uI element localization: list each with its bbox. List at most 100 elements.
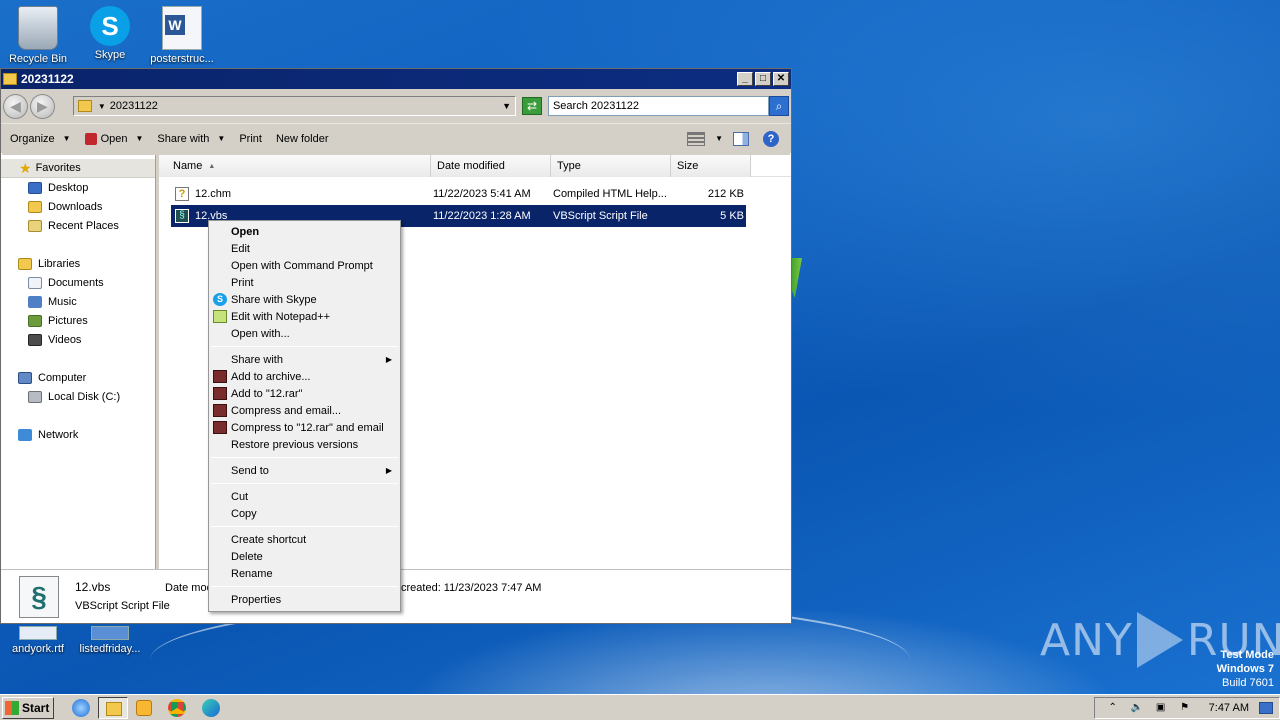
menu-item-copy[interactable]: Copy xyxy=(209,505,400,522)
start-label: Start xyxy=(22,700,50,715)
search-icon[interactable]: ⌕ xyxy=(769,96,789,116)
menu-item-open[interactable]: Open xyxy=(209,223,400,240)
desktop-icon-listedfriday[interactable]: listedfriday... xyxy=(72,626,148,655)
nav-computer[interactable]: Computer xyxy=(1,368,155,387)
menu-label: Add to "12.rar" xyxy=(231,387,303,400)
desktop-icon-recycle-bin[interactable]: Recycle Bin xyxy=(0,0,76,65)
show-desktop-icon[interactable] xyxy=(1259,701,1273,714)
menu-item-send-to[interactable]: Send to ▶ xyxy=(209,462,400,479)
share-with-button[interactable]: Share with ▼ xyxy=(150,128,232,150)
print-button[interactable]: Print xyxy=(232,128,269,150)
network-status-icon[interactable]: ▣ xyxy=(1155,702,1167,714)
internet-explorer-icon[interactable] xyxy=(72,698,90,717)
back-button[interactable]: ◀ xyxy=(3,93,28,119)
nav-pictures[interactable]: Pictures xyxy=(1,311,155,330)
title-bar[interactable]: 20231122 _ □ ✕ xyxy=(1,69,791,89)
menu-separator xyxy=(211,483,398,484)
menu-item-delete[interactable]: Delete xyxy=(209,548,400,565)
menu-label: Send to xyxy=(231,464,269,477)
new-folder-button[interactable]: New folder xyxy=(269,128,336,150)
nav-local-disk[interactable]: Local Disk (C:) xyxy=(1,387,155,406)
menu-item-share-with[interactable]: Share with ▶ xyxy=(209,351,400,368)
view-options-icon[interactable] xyxy=(687,131,706,146)
desktop-icon-label: andyork.rtf xyxy=(12,643,64,655)
notepadpp-icon xyxy=(213,310,227,323)
forward-button[interactable]: ▶ xyxy=(29,93,55,119)
edge-icon[interactable] xyxy=(202,698,220,717)
column-size-label: Size xyxy=(677,160,699,172)
menu-item-open-with[interactable]: Open with... xyxy=(209,325,400,342)
nav-music[interactable]: Music xyxy=(1,292,155,311)
desktop-icon-posterstruc[interactable]: posterstruc... xyxy=(144,0,220,65)
menu-label: Cut xyxy=(231,490,249,503)
file-row[interactable]: ? 12.chm 11/22/2023 5:41 AM Compiled HTM… xyxy=(171,183,746,205)
menu-item-open-command-prompt[interactable]: Open with Command Prompt xyxy=(209,257,400,274)
explorer-taskbar-button[interactable] xyxy=(98,696,128,719)
menu-item-print[interactable]: Print xyxy=(209,274,400,291)
menu-label: Create shortcut xyxy=(231,533,307,546)
chrome-icon[interactable] xyxy=(168,698,186,717)
menu-item-add-archive[interactable]: Add to archive... xyxy=(209,368,400,385)
menu-item-properties[interactable]: Properties xyxy=(209,591,400,608)
column-size[interactable]: Size xyxy=(671,155,751,177)
column-name[interactable]: Name ▲ xyxy=(159,155,431,177)
menu-item-edit[interactable]: Edit xyxy=(209,240,400,257)
menu-item-edit-notepadpp[interactable]: Edit with Notepad++ xyxy=(209,308,400,325)
show-hidden-icons-icon[interactable]: ⌃ xyxy=(1107,702,1119,714)
menu-item-cut[interactable]: Cut xyxy=(209,488,400,505)
navigation-pane[interactable]: ★ Favorites Desktop Downloads Recent Pla… xyxy=(1,155,156,569)
desktop-icon-andyork[interactable]: andyork.rtf xyxy=(0,626,76,655)
start-button[interactable]: Start xyxy=(2,696,54,719)
organize-button[interactable]: Organize ▼ xyxy=(3,128,78,150)
action-center-flag-icon[interactable]: ⚑ xyxy=(1179,702,1191,714)
chevron-down-icon[interactable]: ▼ xyxy=(715,134,723,143)
nav-recent-places[interactable]: Recent Places xyxy=(1,216,155,235)
nav-label: Libraries xyxy=(38,257,81,270)
menu-item-rename[interactable]: Rename xyxy=(209,565,400,582)
help-icon[interactable]: ? xyxy=(763,130,779,147)
open-button[interactable]: Open ▼ xyxy=(78,128,151,150)
menu-item-add-rar[interactable]: Add to "12.rar" xyxy=(209,385,400,402)
chevron-down-icon[interactable]: ▼ xyxy=(135,134,143,143)
clock[interactable]: 7:47 AM xyxy=(1209,702,1249,714)
menu-item-share-skype[interactable]: S Share with Skype xyxy=(209,291,400,308)
menu-item-compress-email[interactable]: Compress and email... xyxy=(209,402,400,419)
open-app-icon xyxy=(84,132,97,145)
menu-label: Edit xyxy=(231,242,250,255)
menu-item-compress-rar-email[interactable]: Compress to "12.rar" and email xyxy=(209,419,400,436)
column-date-modified[interactable]: Date modified xyxy=(431,155,551,177)
menu-item-create-shortcut[interactable]: Create shortcut xyxy=(209,531,400,548)
windows-logo-icon xyxy=(5,700,19,715)
desktop-icon-skype[interactable]: S Skype xyxy=(72,0,148,61)
chevron-down-icon[interactable]: ▼ xyxy=(502,101,511,111)
search-placeholder: Search 20231122 xyxy=(552,100,639,112)
breadcrumb-arrow-icon[interactable]: ▼ xyxy=(98,102,106,111)
new-folder-label: New folder xyxy=(275,132,329,145)
nav-documents[interactable]: Documents xyxy=(1,273,155,292)
vbs-script-icon: § xyxy=(175,209,189,223)
nav-favorites[interactable]: ★ Favorites xyxy=(1,159,155,178)
search-input[interactable]: Search 20231122 xyxy=(547,96,770,116)
build-line: Build 7601 xyxy=(1222,677,1274,689)
print-label: Print xyxy=(239,132,262,145)
media-player-icon[interactable] xyxy=(136,699,152,716)
window-title: 20231122 xyxy=(21,72,74,86)
volume-icon[interactable]: 🔈 xyxy=(1131,702,1143,714)
nav-videos[interactable]: Videos xyxy=(1,330,155,349)
menu-item-restore-versions[interactable]: Restore previous versions xyxy=(209,436,400,453)
computer-icon xyxy=(18,371,32,384)
maximize-button[interactable]: □ xyxy=(755,72,771,86)
refresh-button[interactable]: ⇄ xyxy=(522,97,542,115)
minimize-button[interactable]: _ xyxy=(737,72,753,86)
column-type[interactable]: Type xyxy=(551,155,671,177)
address-field[interactable]: ▼ 20231122 ▼ xyxy=(72,96,517,116)
libraries-icon xyxy=(18,257,32,270)
chm-file-icon: ? xyxy=(175,187,189,201)
nav-libraries[interactable]: Libraries xyxy=(1,254,155,273)
nav-network[interactable]: Network xyxy=(1,425,155,444)
nav-desktop[interactable]: Desktop xyxy=(1,178,155,197)
videos-icon xyxy=(28,333,42,346)
close-button[interactable]: ✕ xyxy=(773,72,789,86)
preview-pane-icon[interactable] xyxy=(733,131,749,146)
nav-downloads[interactable]: Downloads xyxy=(1,197,155,216)
